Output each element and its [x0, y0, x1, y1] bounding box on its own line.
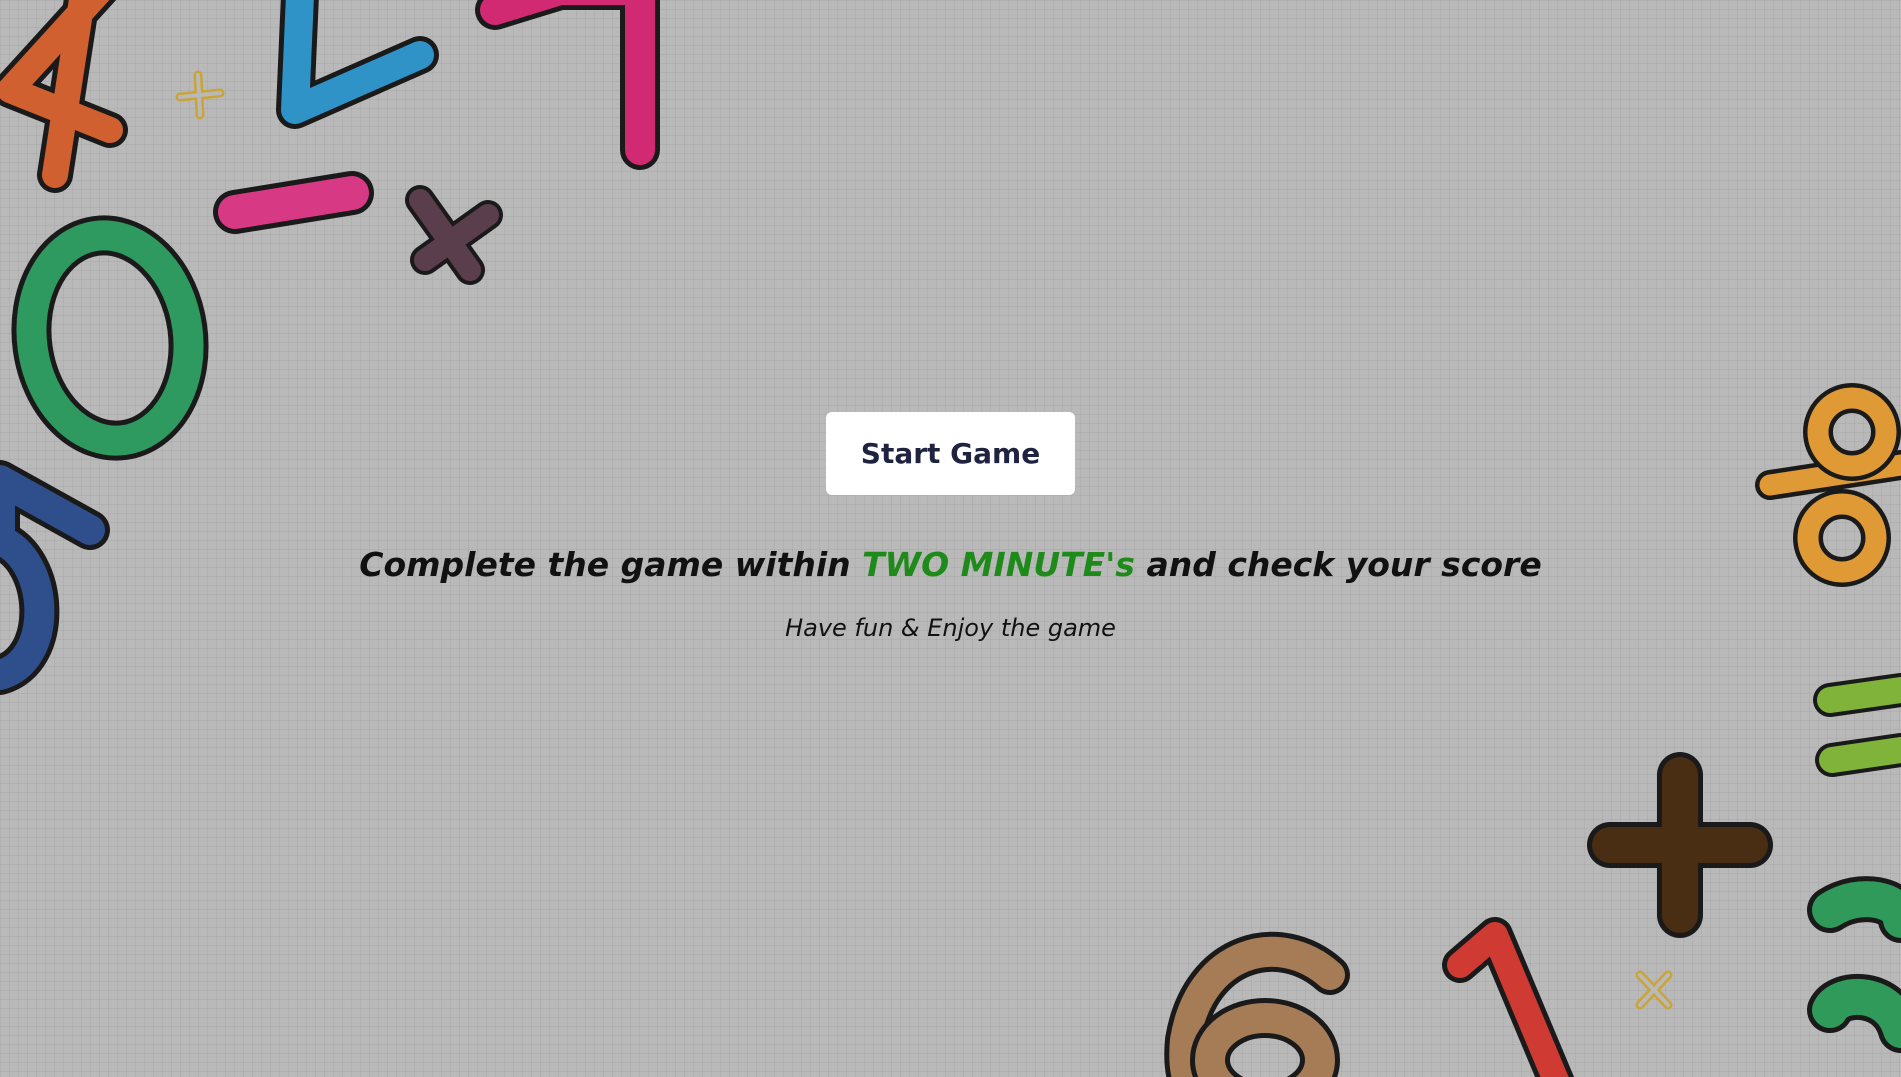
- game-instructions: Complete the game within TWO MINUTE's an…: [0, 545, 1901, 584]
- equals-decoration: [1813, 673, 1901, 777]
- instructions-suffix: and check your score: [1134, 545, 1542, 584]
- digit-zero-decoration: [11, 215, 209, 461]
- small-times-decoration-yellow: [1635, 970, 1673, 1010]
- subtitle: Have fun & Enjoy the game: [785, 614, 1116, 642]
- minus-decoration: [213, 171, 374, 234]
- green-shape-decoration: [1807, 876, 1901, 1053]
- digit-seven-decoration: [475, 0, 660, 170]
- small-plus-decoration-yellow: [175, 70, 225, 120]
- digit-two-decoration: [276, 0, 439, 129]
- time-limit-highlight: TWO MINUTE's: [862, 545, 1135, 584]
- start-game-button[interactable]: Start Game: [826, 412, 1075, 495]
- times-decoration: [405, 185, 503, 285]
- large-plus-decoration: [1587, 752, 1773, 938]
- digit-six-decoration: [1164, 932, 1350, 1077]
- math-symbols-background: [0, 0, 1901, 1077]
- digit-four-decoration: [0, 0, 128, 193]
- instructions-prefix: Complete the game within: [359, 545, 863, 584]
- digit-one-decoration: [1442, 917, 1575, 1077]
